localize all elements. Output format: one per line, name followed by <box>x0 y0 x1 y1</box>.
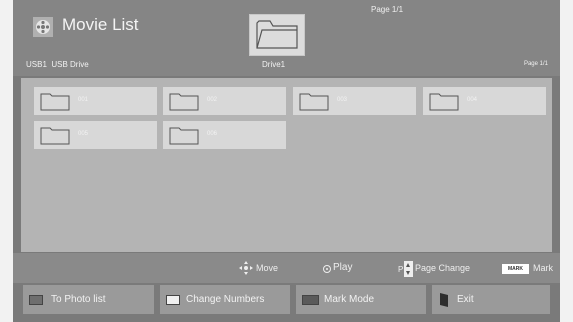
folder-grid: 001 002 003 004 005 006 <box>21 78 552 252</box>
movie-reel-icon <box>33 17 53 37</box>
green-key-swatch <box>166 295 180 305</box>
folder-name: 003 <box>337 97 348 103</box>
exit-label: Exit <box>457 294 474 305</box>
hint-mark-label: Mark <box>533 263 553 273</box>
ok-circle-icon <box>323 265 331 273</box>
folder-name: 004 <box>467 97 478 103</box>
movie-list-screen: Movie List Page 1/1 USB1 USB Drive Drive… <box>13 0 560 322</box>
hint-page-p: P <box>398 265 404 274</box>
hint-play-label: Play <box>333 262 353 273</box>
change-numbers-button[interactable]: Change Numbers <box>160 285 290 314</box>
folder-item[interactable]: 002 <box>163 87 286 115</box>
page-indicator: Page 1/1 <box>371 5 404 14</box>
folder-name: 006 <box>207 131 218 137</box>
folder-item[interactable]: 005 <box>34 121 157 149</box>
folder-name: 002 <box>207 97 218 103</box>
folder-item[interactable]: 006 <box>163 121 286 149</box>
function-button-bar: To Photo list Change Numbers Mark Mode E… <box>13 283 560 322</box>
folder-icon <box>169 127 199 145</box>
folder-item[interactable]: 004 <box>423 87 546 115</box>
drive-label: Drive1 <box>262 60 286 69</box>
exit-door-icon <box>440 293 448 307</box>
key-hint-bar: Move Play P Page Change MARK Mark <box>13 253 560 283</box>
to-photo-list-button[interactable]: To Photo list <box>23 285 154 314</box>
folder-icon <box>40 93 70 111</box>
folder-name: 001 <box>78 97 89 103</box>
folder-icon <box>429 93 459 111</box>
folder-icon <box>299 93 329 111</box>
page-up-down-icon <box>404 261 413 277</box>
current-folder-icon <box>249 14 305 56</box>
folder-item[interactable]: 003 <box>293 87 416 115</box>
breadcrumb: USB1 USB Drive <box>26 60 89 69</box>
mark-key-badge: MARK <box>502 264 529 274</box>
folder-name: 005 <box>78 131 89 137</box>
change-numbers-label: Change Numbers <box>186 294 265 305</box>
folder-icon <box>40 127 70 145</box>
red-key-swatch <box>29 295 43 305</box>
folder-icon <box>169 93 199 111</box>
device-label: USB Drive <box>51 60 89 69</box>
yellow-key-swatch <box>302 295 319 305</box>
page-indicator-small: Page 1/1 <box>523 61 548 67</box>
hint-move-label: Move <box>256 263 279 273</box>
hint-page-change-label: Page Change <box>415 263 471 273</box>
exit-button[interactable]: Exit <box>432 285 550 314</box>
source-label: USB1 <box>26 60 47 69</box>
folder-item[interactable]: 001 <box>34 87 157 115</box>
to-photo-list-label: To Photo list <box>51 294 106 305</box>
header: Movie List Page 1/1 USB1 USB Drive Drive… <box>13 0 560 76</box>
mark-mode-button[interactable]: Mark Mode <box>296 285 426 314</box>
page-title: Movie List <box>62 15 139 34</box>
mark-mode-label: Mark Mode <box>324 294 375 305</box>
four-way-arrow-icon <box>239 261 253 275</box>
